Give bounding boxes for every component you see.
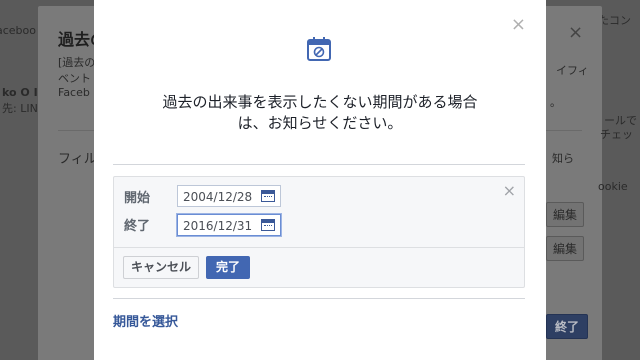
done-button[interactable]: 完了 bbox=[206, 256, 251, 279]
bg-text: ko O I bbox=[2, 86, 38, 99]
divider bbox=[113, 298, 525, 299]
cancel-button[interactable]: キャンセル bbox=[123, 256, 200, 279]
start-label: 開始 bbox=[124, 191, 151, 206]
bg-text: [過去の bbox=[58, 56, 96, 69]
bg-close-icon: × bbox=[568, 22, 584, 43]
bg-text: Faceb bbox=[58, 86, 90, 99]
calendar-blocked-icon bbox=[307, 37, 331, 61]
bg-header-right: たコン bbox=[598, 14, 631, 27]
date-range-panel: × 開始 2004/12/28 終了 2016/12/31 キャンセル 完了 bbox=[113, 176, 525, 288]
divider bbox=[113, 164, 525, 165]
calendar-icon[interactable] bbox=[261, 190, 275, 202]
start-date-value: 2004/12/28 bbox=[183, 190, 253, 204]
end-date-field[interactable]: 2016/12/31 bbox=[177, 214, 281, 236]
bg-text: 。 bbox=[550, 96, 561, 109]
bg-text: ベント bbox=[58, 72, 91, 85]
select-period-link[interactable]: 期間を選択 bbox=[113, 311, 178, 330]
bg-edit-button: 編集 bbox=[546, 202, 585, 227]
calendar-icon[interactable] bbox=[261, 219, 275, 231]
message-line: 過去の出来事を表示したくない期間がある場合 bbox=[162, 93, 478, 111]
bg-text: フィル bbox=[58, 152, 97, 167]
message-line: は、お知らせください。 bbox=[237, 114, 403, 132]
bg-text: イフィ bbox=[556, 64, 589, 77]
bg-text: ookie bbox=[598, 180, 628, 193]
remove-range-icon[interactable]: × bbox=[503, 183, 516, 199]
end-label: 終了 bbox=[124, 219, 151, 234]
divider bbox=[114, 247, 524, 248]
start-date-field[interactable]: 2004/12/28 bbox=[177, 185, 281, 207]
end-date-value: 2016/12/31 bbox=[183, 219, 253, 233]
bg-text: チェッ bbox=[600, 128, 633, 141]
bg-text: 知ら bbox=[552, 152, 574, 165]
bg-header-left: aceboo bbox=[0, 24, 36, 37]
dialog-message: 過去の出来事を表示したくない期間がある場合 は、お知らせください。 bbox=[94, 92, 546, 134]
bg-finish-button: 終了 bbox=[546, 314, 589, 339]
hide-period-dialog: × 過去の出来事を表示したくない期間がある場合 は、お知らせください。 × 開始… bbox=[94, 0, 546, 360]
close-icon[interactable]: × bbox=[511, 16, 526, 34]
bg-text: 先: LIN bbox=[2, 102, 38, 115]
bg-edit-button: 編集 bbox=[546, 236, 585, 261]
